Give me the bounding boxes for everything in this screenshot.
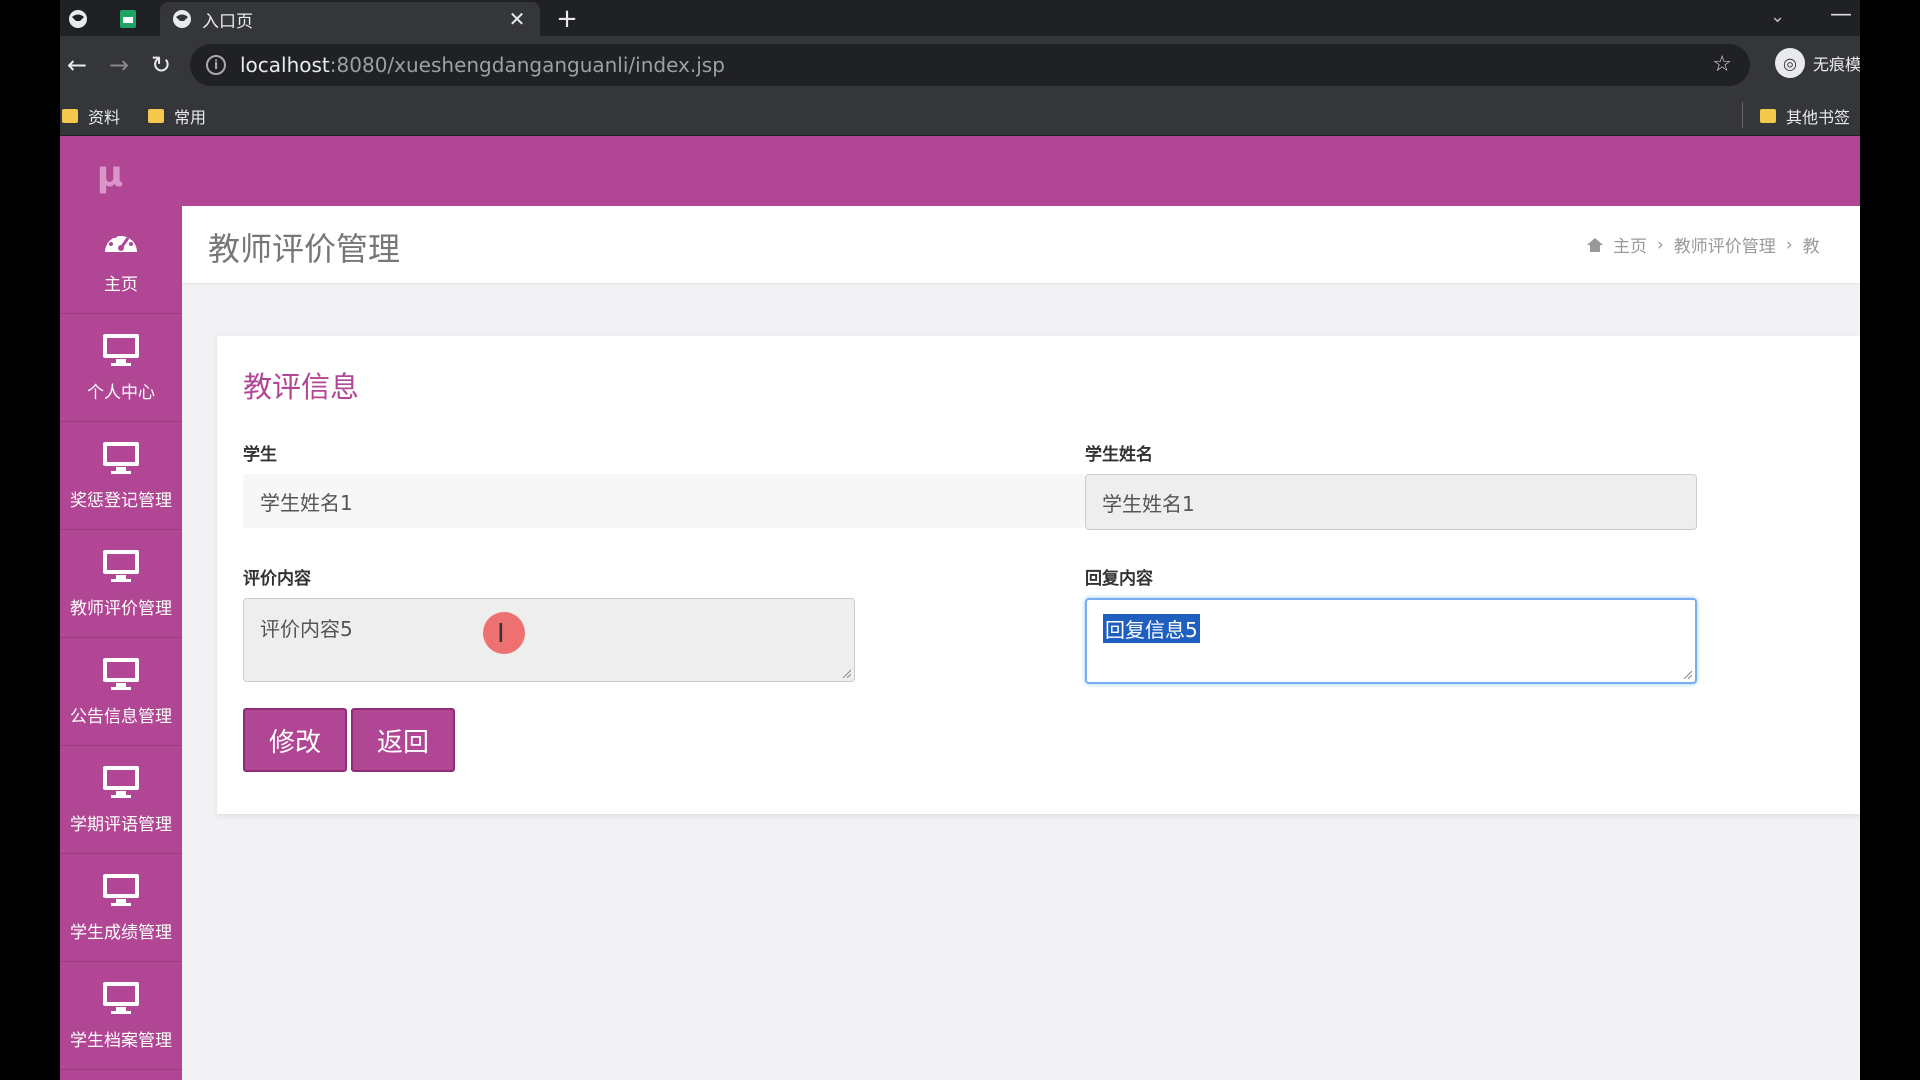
new-tab-icon[interactable]: + [552,4,582,34]
folder-icon [1760,109,1776,123]
chevron-right-icon: › [1785,234,1793,255]
sidebar-item-label: 学生档案管理 [70,1031,172,1051]
sidebar-item-label: 奖惩登记管理 [70,491,172,511]
tab-bar: 入口页 ✕ + ⌄ — [60,0,1860,36]
student-label: 学生 [243,445,277,465]
page-header: 教师评价管理 主页 › 教师评价管理 › 教 [182,206,1860,284]
monitor-icon [99,868,143,912]
other-bookmarks[interactable]: 其他书签 [1760,104,1850,128]
sidebar-item-archives[interactable]: 学生档案管理 [60,962,182,1070]
profile-label: 无痕模 [1813,55,1860,74]
breadcrumb-home[interactable]: 主页 [1613,232,1647,257]
reply-content-label: 回复内容 [1085,569,1153,589]
tab-active[interactable]: 入口页 ✕ [160,2,540,36]
forward-arrow-icon[interactable]: → [104,50,134,80]
sidebar-item-label: 学期评语管理 [70,815,172,835]
monitor-icon [99,328,143,372]
chevron-right-icon: › [1657,234,1664,255]
dashboard-icon [99,220,143,264]
sidebar-item-label: 主页 [104,275,138,295]
sidebar: μ 主页 个人中心 奖惩登记管理 教师评价管理 公告信息管理 学期评语管理 学生… [60,136,182,1080]
minimize-icon[interactable]: — [1830,2,1852,27]
monitor-icon [99,976,143,1020]
resize-handle-icon[interactable] [1682,669,1692,679]
text-cursor-icon: I [497,619,505,649]
app-logo: μ [96,154,124,195]
sidebar-item-home[interactable]: 主页 [60,206,182,314]
url-text: localhost:8080/xueshengdanganguanli/inde… [240,53,725,77]
eval-content-label: 评价内容 [243,569,311,589]
breadcrumb-current: 教 [1802,237,1820,257]
home-icon [1587,237,1603,252]
student-name-label: 学生姓名 [1085,445,1153,465]
sheet-tab-icon[interactable] [110,4,146,34]
tab-title: 入口页 [202,11,253,32]
reload-icon[interactable]: ↻ [146,50,176,80]
back-button[interactable]: 返回 [351,708,455,772]
eval-content-textarea[interactable]: 评价内容5 [243,598,855,682]
bookmarks-bar: 资料 常用 其他书签 [60,94,1860,136]
sidebar-item-announcements[interactable]: 公告信息管理 [60,638,182,746]
edit-button[interactable]: 修改 [243,708,347,772]
sidebar-item-label: 个人中心 [87,383,155,403]
sidebar-item-label: 教师评价管理 [70,599,172,619]
resize-handle-icon[interactable] [841,668,851,678]
chevron-down-icon[interactable]: ⌄ [1770,6,1785,27]
monitor-icon [99,760,143,804]
folder-icon [148,109,164,123]
address-bar[interactable]: i localhost:8080/xueshengdanganguanli/in… [190,44,1750,86]
incognito-icon: ◎ [1775,48,1805,78]
main-content: 教师评价管理 主页 › 教师评价管理 › 教 教评信息 学生 学生姓名1 学生姓… [182,206,1860,1080]
monitor-icon [99,436,143,480]
student-name-field[interactable]: 学生姓名1 [1085,474,1697,530]
sidebar-item-personal-center[interactable]: 个人中心 [60,314,182,422]
close-tab-icon[interactable]: ✕ [506,7,528,31]
sidebar-item-label: 公告信息管理 [70,707,172,727]
bookmark-folder-2[interactable]: 常用 [148,104,206,128]
monitor-icon [99,544,143,588]
incognito-tab-icon[interactable] [60,4,96,34]
info-icon[interactable]: i [206,55,226,75]
page-title: 教师评价管理 [208,230,401,268]
breadcrumb: 主页 › 教师评价管理 › 教 [1587,232,1820,257]
sidebar-item-label: 学生成绩管理 [70,923,172,943]
back-arrow-icon[interactable]: ← [62,50,92,80]
bookmark-folder-1[interactable]: 资料 [62,104,120,128]
star-icon[interactable]: ☆ [1712,52,1732,77]
browser-toolbar: ← → ↻ i localhost:8080/xueshengdangangua… [60,36,1860,94]
breadcrumb-section[interactable]: 教师评价管理 [1674,232,1776,257]
sidebar-item-teacher-evaluation[interactable]: 教师评价管理 [60,530,182,638]
sidebar-item-term-comments[interactable]: 学期评语管理 [60,746,182,854]
student-field[interactable]: 学生姓名1 [243,474,1085,528]
bookmark-divider [1742,102,1743,128]
app-header [60,136,1860,206]
reply-content-textarea[interactable]: 回复信息5 [1085,598,1697,684]
sidebar-item-rewards[interactable]: 奖惩登记管理 [60,422,182,530]
globe-icon [173,10,191,28]
monitor-icon [99,652,143,696]
sidebar-item-grades[interactable]: 学生成绩管理 [60,854,182,962]
browser-window: 入口页 ✕ + ⌄ — ← → ↻ i localhost:8080/xuesh… [60,0,1860,1080]
evaluation-form-panel: 教评信息 学生 学生姓名1 学生姓名 学生姓名1 评价内容 评价内容5 回复内容… [217,336,1860,814]
folder-icon [62,109,78,123]
form-heading: 教评信息 [243,370,360,404]
profile-button[interactable]: ◎ 无痕模 [1775,48,1860,78]
